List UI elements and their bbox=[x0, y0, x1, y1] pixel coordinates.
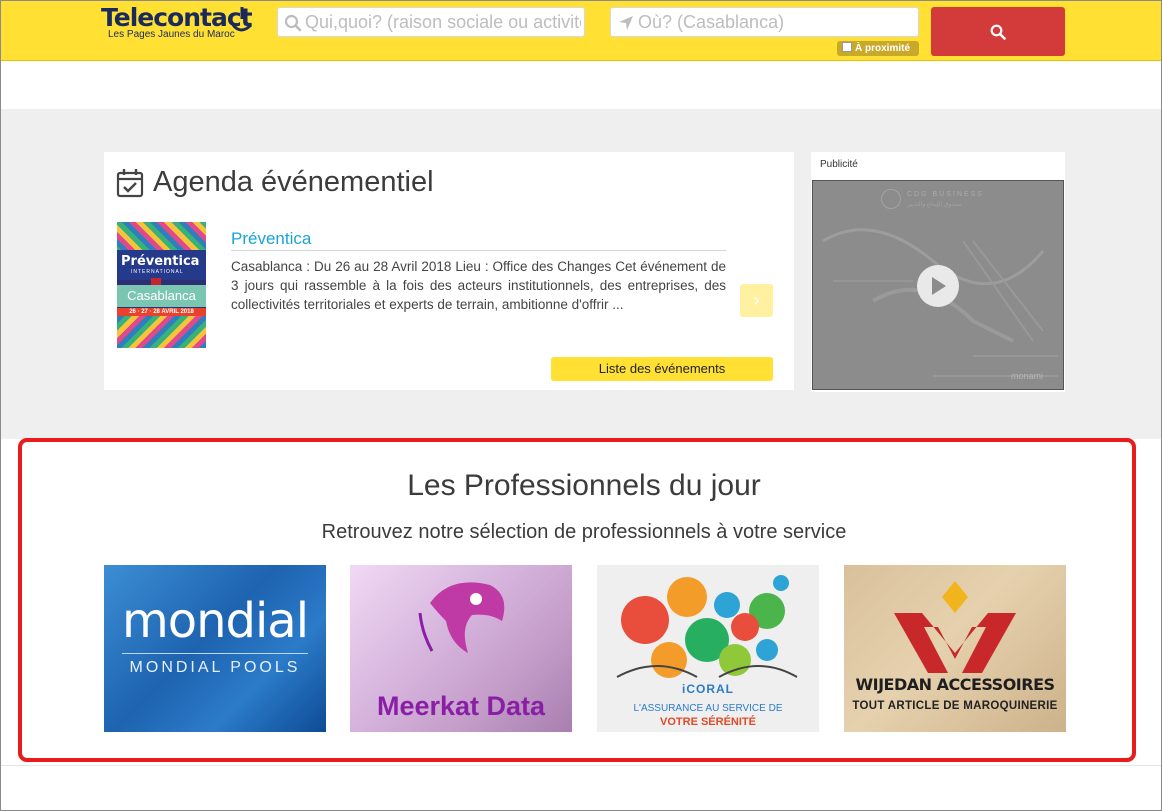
poster-pattern-bottom bbox=[117, 316, 206, 348]
events-list-button[interactable]: Liste des événements bbox=[551, 357, 773, 381]
ad-video-logo-sub: صندوق الإيداع والتدبير bbox=[907, 202, 962, 208]
play-icon bbox=[932, 277, 946, 295]
poster-city: Casablanca bbox=[117, 285, 206, 307]
proximity-label: À proximité bbox=[855, 43, 911, 54]
icoral-tagline-1: L'ASSURANCE AU SERVICE DE bbox=[633, 703, 783, 714]
wijedan-subtitle: TOUT ARTICLE DE MAROQUINERIE bbox=[852, 700, 1058, 712]
meerkat-name: Meerkat Data bbox=[376, 691, 546, 721]
ad-panel: Publicité CDG BUSINESS صندوق الإيداع وال… bbox=[811, 152, 1065, 392]
pro-card-wijedan[interactable]: WIJEDAN ACCESSOIRES TOUT ARTICLE DE MARO… bbox=[844, 565, 1066, 732]
pros-subtitle: Retrouvez notre sélection de professionn… bbox=[321, 521, 847, 543]
icoral-brand: iCORAL bbox=[682, 682, 734, 696]
poster-event-name: Préventica bbox=[121, 254, 200, 269]
section-divider bbox=[1, 765, 1161, 766]
agenda-title: Agenda événementiel bbox=[153, 166, 434, 198]
mondial-logo: mondial bbox=[121, 593, 309, 649]
icoral-icons-cluster bbox=[616, 575, 798, 678]
what-search-box[interactable] bbox=[277, 7, 585, 37]
ad-label: Publicité bbox=[820, 159, 858, 170]
what-input[interactable] bbox=[305, 8, 581, 36]
wijedan-logo-icon bbox=[894, 581, 1016, 673]
where-search-box[interactable] bbox=[610, 7, 919, 37]
icoral-tagline-2: VOTRE SÉRÉNITÉ bbox=[660, 716, 756, 728]
proximity-toggle[interactable]: À proximité bbox=[837, 41, 919, 56]
event-description: Casablanca : Du 26 au 28 Avril 2018 Lieu… bbox=[231, 259, 726, 312]
event-poster-image[interactable]: Préventica INTERNATIONAL Casablanca 26 ·… bbox=[117, 222, 206, 348]
header-bar: Telecontact Les Pages Jaunes du Maroc À … bbox=[1, 1, 1161, 61]
wijedan-name: WIJEDAN ACCESSOIRES bbox=[855, 675, 1055, 694]
ad-video-logo-mark bbox=[881, 189, 901, 209]
event-title-link[interactable]: Préventica bbox=[231, 229, 726, 251]
proximity-checkbox[interactable] bbox=[842, 42, 852, 52]
ad-video-player[interactable]: CDG BUSINESS صندوق الإيداع والتدبير mona… bbox=[812, 180, 1064, 390]
pro-card-mondial-pools[interactable]: mondial MONDIAL POOLS bbox=[104, 565, 326, 732]
logo-phone-mark-icon bbox=[231, 7, 253, 32]
telecontact-logo[interactable]: Telecontact Les Pages Jaunes du Maroc bbox=[101, 3, 261, 47]
next-event-button[interactable]: › bbox=[740, 284, 773, 317]
location-arrow-icon bbox=[619, 16, 633, 30]
agenda-card: Agenda événementiel Préventica INTERNATI… bbox=[104, 152, 794, 390]
poster-flag bbox=[151, 278, 161, 285]
meerkat-logo-icon bbox=[418, 582, 505, 653]
play-button[interactable] bbox=[917, 265, 959, 307]
pro-card-meerkat-data[interactable]: Meerkat Data bbox=[350, 565, 572, 732]
search-icon bbox=[990, 24, 1006, 40]
calendar-check-icon bbox=[116, 169, 144, 198]
search-icon bbox=[284, 14, 302, 32]
search-submit-button[interactable] bbox=[931, 7, 1065, 56]
pros-title: Les Professionnels du jour bbox=[407, 469, 761, 502]
ad-video-logo: CDG BUSINESS bbox=[907, 191, 984, 198]
mondial-name: MONDIAL POOLS bbox=[129, 659, 301, 676]
where-input[interactable] bbox=[638, 8, 916, 36]
pro-card-icoral[interactable]: iCORAL L'ASSURANCE AU SERVICE DE VOTRE S… bbox=[597, 565, 819, 732]
chevron-right-icon: › bbox=[753, 290, 760, 310]
logo-tagline: Les Pages Jaunes du Maroc bbox=[108, 29, 235, 40]
mondial-divider bbox=[122, 653, 308, 654]
poster-dates: 26 · 27 · 28 AVRIL 2018 bbox=[117, 308, 206, 316]
poster-intl: INTERNATIONAL bbox=[131, 269, 184, 275]
ad-video-brand: monami bbox=[1011, 371, 1044, 381]
